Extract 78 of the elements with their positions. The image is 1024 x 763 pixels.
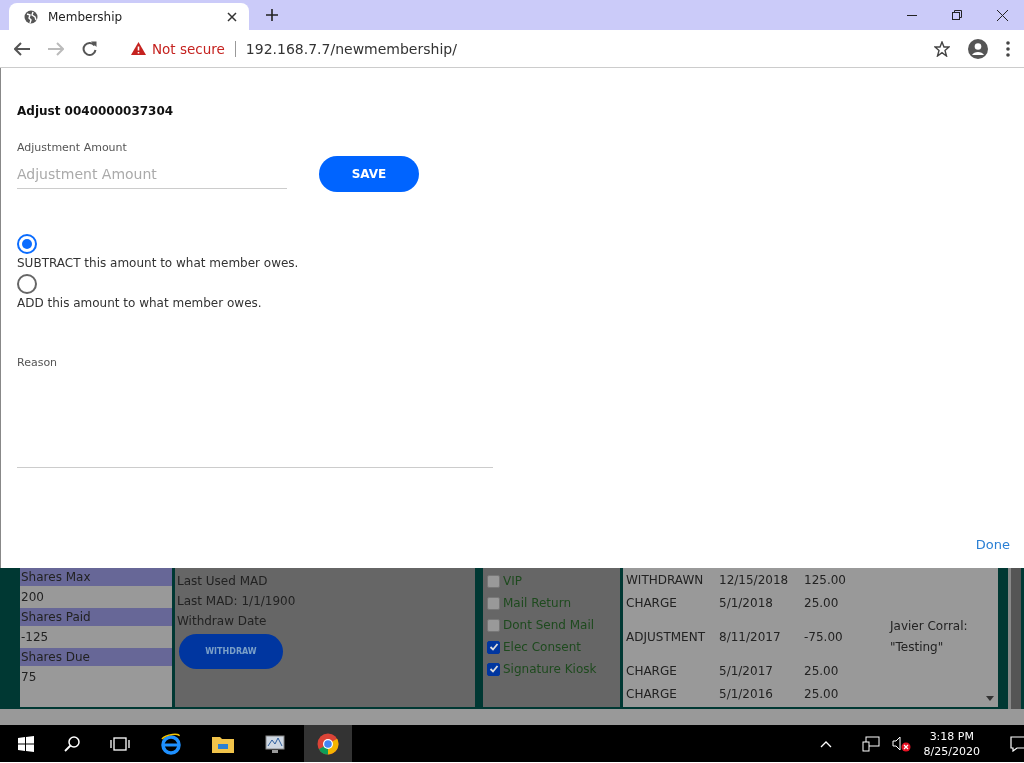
- checkbox[interactable]: [487, 618, 500, 632]
- history-cell-text: ADJUSTMENT: [626, 629, 706, 644]
- option-label: ADD this amount to what member owes.: [17, 296, 262, 310]
- clock-time[interactable]: 3:18 PM: [929, 728, 974, 744]
- field-label: Adjustment Amount: [17, 141, 128, 154]
- history-cell-text: CHARGE: [626, 595, 678, 610]
- tab-title: Membership: [48, 9, 124, 24]
- checkbox-label: Mail Return: [503, 596, 571, 610]
- history-cell-text: 25.00: [804, 595, 840, 610]
- shares-value: 75: [20, 669, 38, 686]
- shares-value: -125: [20, 629, 50, 646]
- history-cell-text: CHARGE: [626, 663, 678, 678]
- history-cell-text: 25.00: [804, 663, 840, 678]
- shares-value: 200: [20, 589, 45, 606]
- history-cell-text: 5/1/2017: [719, 663, 774, 678]
- security-status[interactable]: Not secure: [152, 40, 225, 57]
- muted-speaker-icon[interactable]: [891, 735, 912, 752]
- history-cell-text: CHARGE: [626, 686, 678, 701]
- history-cell-text: -75.00: [804, 629, 844, 644]
- browser-tab[interactable]: Membership: [9, 3, 249, 30]
- chevron-up-icon[interactable]: [819, 739, 832, 748]
- close-icon[interactable]: [997, 9, 1008, 21]
- radio-button[interactable]: [17, 234, 37, 254]
- history-cell-text: 5/1/2016: [719, 686, 774, 701]
- amount-input-field[interactable]: Adjustment Amount: [17, 159, 287, 189]
- checkbox[interactable]: [487, 596, 500, 610]
- checkbox-label: Signature Kiosk: [503, 662, 597, 676]
- field-label: Reason: [17, 356, 59, 369]
- browser-e-icon[interactable]: [160, 732, 182, 755]
- dialog-title: Adjust 0040000037304: [17, 104, 175, 118]
- close-icon[interactable]: [227, 11, 237, 22]
- reload-icon[interactable]: [82, 41, 97, 56]
- shares-label: Shares Due: [20, 648, 172, 666]
- folder-icon[interactable]: [212, 734, 234, 753]
- network-icon[interactable]: [861, 735, 880, 752]
- dropdown-caret-icon[interactable]: [986, 696, 994, 701]
- task-view-icon[interactable]: [110, 736, 130, 751]
- checkbox[interactable]: [487, 574, 500, 588]
- checkbox[interactable]: [487, 640, 500, 654]
- radio-button[interactable]: [17, 274, 37, 294]
- save-button[interactable]: SAVE: [319, 156, 419, 192]
- option-label: SUBTRACT this amount to what member owes.: [17, 256, 299, 270]
- checkbox[interactable]: [487, 662, 500, 676]
- menu-icon[interactable]: [1006, 40, 1010, 57]
- checkbox-label: VIP: [503, 574, 522, 588]
- star-icon[interactable]: [934, 40, 950, 57]
- history-cell-text: 12/15/2018: [719, 572, 790, 587]
- history-cell-text: 25.00: [804, 686, 840, 701]
- shares-label: Shares Paid: [20, 608, 172, 626]
- back-arrow-icon[interactable]: [14, 41, 30, 56]
- withdraw-button[interactable]: WITHDRAW: [179, 634, 283, 669]
- account-icon[interactable]: [968, 38, 988, 59]
- monitor-app-icon[interactable]: [264, 733, 286, 754]
- windows-start-icon[interactable]: [18, 735, 34, 752]
- search-icon[interactable]: [64, 735, 80, 752]
- scrollbar[interactable]: [1008, 568, 1021, 709]
- shares-label: Shares Max: [20, 568, 172, 586]
- url-text[interactable]: 192.168.7.7/newmembership/: [245, 40, 457, 57]
- warning-icon: [131, 42, 146, 55]
- info-text: Last Used MAD: [177, 574, 269, 588]
- chrome-icon: [317, 732, 339, 755]
- history-note: Javier Corral: "Testing": [890, 617, 969, 656]
- history-cell-text: 8/11/2017: [719, 629, 782, 644]
- taskbar-button[interactable]: [304, 725, 352, 762]
- info-text: Withdraw Date: [177, 614, 268, 628]
- done-button[interactable]: Done: [975, 537, 1010, 552]
- globe-icon: [24, 9, 38, 24]
- history-cell-text: WITHDRAWN: [626, 572, 705, 587]
- history-cell-text: 5/1/2018: [719, 595, 774, 610]
- notification-icon[interactable]: [1010, 735, 1024, 752]
- restore-icon[interactable]: [952, 9, 962, 20]
- new-tab-icon[interactable]: [266, 9, 278, 21]
- history-cell-text: 125.00: [804, 572, 847, 587]
- checkbox-label: Elec Consent: [503, 640, 581, 654]
- clock-date[interactable]: 8/25/2020: [923, 743, 980, 759]
- checkbox-label: Dont Send Mail: [503, 618, 595, 632]
- horizontal-scrollbar[interactable]: [0, 709, 1024, 725]
- info-text: Last MAD: 1/1/1900: [177, 594, 297, 608]
